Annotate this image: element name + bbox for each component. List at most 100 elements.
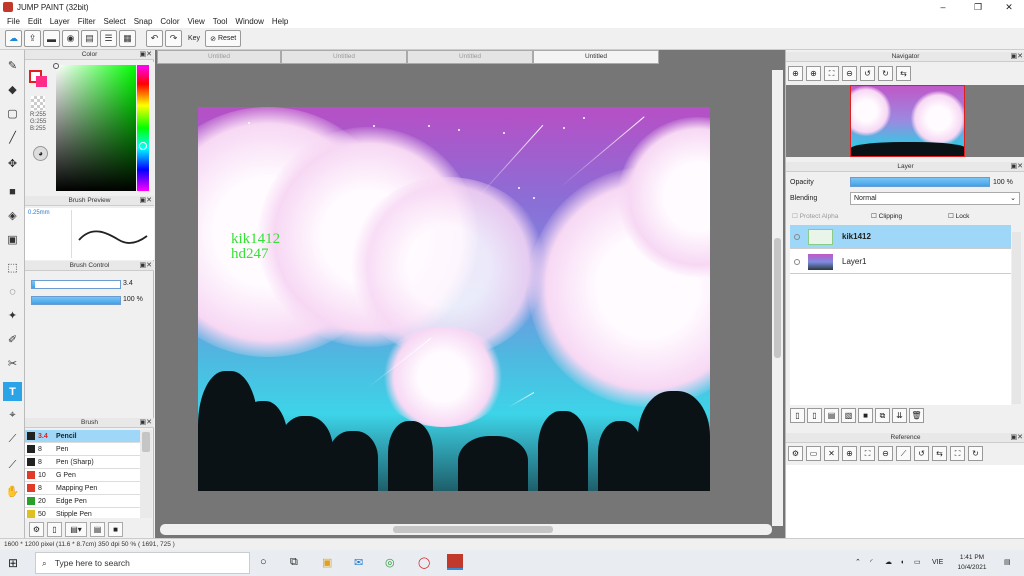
select-rect-tool-icon[interactable]: ⬚	[3, 258, 22, 277]
reference-fit2-icon[interactable]: ⛶	[950, 446, 965, 461]
lock-checkbox[interactable]: ☐ Lock	[948, 212, 969, 220]
tray-chevron-icon[interactable]: ⌃	[855, 550, 861, 576]
rotate-right-icon[interactable]: ↻	[878, 66, 893, 81]
text-tool-icon[interactable]: T	[3, 382, 22, 401]
close-button[interactable]: ✕	[994, 0, 1024, 14]
opera-icon[interactable]: ◯	[418, 556, 430, 569]
merge-icon[interactable]: ⇊	[892, 408, 907, 423]
taskbar-search-input[interactable]: ⌕ Type here to search	[35, 552, 250, 574]
menu-window[interactable]: Window	[231, 17, 267, 26]
task-view-icon[interactable]: ⧉	[290, 556, 298, 569]
trash-icon[interactable]: 🗑	[909, 408, 924, 423]
comment-icon[interactable]: ▬	[43, 30, 60, 47]
brush-item-mapping-pen[interactable]: 8 Mapping Pen	[25, 482, 140, 495]
move-tool-icon[interactable]: ✥	[3, 154, 22, 173]
layer-visibility-toggle[interactable]	[794, 233, 800, 240]
hue-slider-handle[interactable]	[139, 142, 147, 150]
navigator-thumbnail[interactable]	[850, 85, 965, 157]
color-saturation-box[interactable]	[56, 65, 136, 191]
tray-cloud-icon[interactable]: ☁	[885, 550, 892, 576]
brush-folder-icon[interactable]: ■	[108, 521, 123, 537]
reference-flip-icon[interactable]: ⇆	[932, 446, 947, 461]
close-icon[interactable]: ▣✕	[1011, 433, 1023, 443]
menu-layer[interactable]: Layer	[46, 17, 74, 26]
reference-zoom-out-icon[interactable]: ⊖	[878, 446, 893, 461]
layer-row-kik1412[interactable]: kik1412	[790, 225, 1011, 249]
menu-edit[interactable]: Edit	[24, 17, 46, 26]
rotate-left-icon[interactable]: ↺	[860, 66, 875, 81]
mail-icon[interactable]: ✉	[354, 556, 363, 569]
layer-list-scrollbar[interactable]	[1012, 232, 1021, 404]
eyedropper-tool-icon[interactable]: ⟋	[3, 430, 22, 449]
artwork-canvas[interactable]: kik1412 hd247	[198, 107, 710, 491]
store-icon[interactable]: ▣	[322, 556, 332, 569]
new-layer-alt-icon[interactable]: ▯	[807, 408, 822, 423]
brush-item-pencil[interactable]: 3.4 Pencil	[25, 430, 140, 443]
tray-volume-icon[interactable]: ◖	[900, 550, 904, 576]
menu-tool[interactable]: Tool	[209, 17, 232, 26]
zoom-in-icon[interactable]: ⊕	[788, 66, 803, 81]
list-icon[interactable]: ☰	[100, 30, 117, 47]
close-icon[interactable]: ▣✕	[1011, 52, 1023, 62]
reference-zoom-in-icon[interactable]: ⊕	[842, 446, 857, 461]
menu-view[interactable]: View	[184, 17, 209, 26]
operation-tool-icon[interactable]: ⌖	[3, 406, 22, 425]
rectangle-tool-icon[interactable]: ▢	[3, 104, 22, 123]
layer-visibility-toggle[interactable]	[794, 258, 800, 265]
protect-alpha-checkbox[interactable]: ☐ Protect Alpha	[792, 212, 838, 220]
zoom-out-icon[interactable]: ⊖	[842, 66, 857, 81]
menu-select[interactable]: Select	[99, 17, 129, 26]
hue-slider[interactable]	[137, 65, 149, 191]
eraser-tool-icon[interactable]: ◆	[3, 80, 22, 99]
reference-viewport[interactable]	[786, 465, 1024, 540]
tray-chat-icon[interactable]: ▭	[914, 550, 921, 576]
close-icon[interactable]: ▣✕	[140, 261, 152, 271]
new-layer-icon[interactable]: ▯	[790, 408, 805, 423]
color-picker-cursor[interactable]	[53, 63, 59, 69]
close-icon[interactable]: ▣✕	[140, 196, 152, 206]
canvas-horizontal-scrollbar[interactable]	[160, 524, 772, 535]
zoom-plus-icon[interactable]: ⊕	[806, 66, 821, 81]
close-icon[interactable]: ▣✕	[140, 418, 152, 428]
clock[interactable]: 1:41 PM 10/4/2021	[952, 553, 992, 573]
menu-color[interactable]: Color	[156, 17, 183, 26]
reference-fit-icon[interactable]: ⛶	[860, 446, 875, 461]
tab-untitled-1[interactable]: Untitled	[157, 50, 281, 64]
grid-icon[interactable]: ▦	[119, 30, 136, 47]
brush-settings-icon[interactable]: ⚙	[29, 521, 44, 537]
select-eraser-tool-icon[interactable]: ✂	[3, 354, 22, 373]
brush-item-pen[interactable]: 8 Pen	[25, 443, 140, 456]
brush-item-pen-sharp[interactable]: 8 Pen (Sharp)	[25, 456, 140, 469]
notification-icon[interactable]: ▤	[1004, 550, 1011, 576]
brush-item-g-pen[interactable]: 10 G Pen	[25, 469, 140, 482]
redo-icon[interactable]: ↷	[165, 30, 182, 47]
brush-size-slider[interactable]	[31, 280, 121, 289]
language-indicator[interactable]: VIE	[932, 550, 943, 576]
menu-file[interactable]: File	[3, 17, 24, 26]
tab-untitled-4[interactable]: Untitled	[533, 50, 659, 64]
brush-item-edge-pen[interactable]: 20 Edge Pen	[25, 495, 140, 508]
new-brush-icon[interactable]: ▯	[47, 521, 62, 537]
tone-layer-icon[interactable]: ▧	[841, 408, 856, 423]
brush-opacity-slider[interactable]	[31, 296, 121, 305]
reference-settings-icon[interactable]: ⚙	[788, 446, 803, 461]
jump-paint-taskbar-icon[interactable]	[447, 554, 463, 570]
eyedropper-alt-tool-icon[interactable]: ⟋	[3, 456, 22, 475]
tray-network-icon[interactable]: ◜	[870, 550, 873, 576]
undo-icon[interactable]: ↶	[146, 30, 163, 47]
palette-icon[interactable]: ◕	[33, 146, 48, 161]
clipping-checkbox[interactable]: ☐ Clipping	[871, 212, 902, 220]
line-tool-icon[interactable]: ╱	[3, 128, 22, 147]
close-icon[interactable]: ▣✕	[1011, 162, 1023, 172]
select-pen-tool-icon[interactable]: ✐	[3, 330, 22, 349]
brush-menu-icon[interactable]: ▤▾	[65, 521, 87, 537]
hand-tool-icon[interactable]: ✋	[3, 482, 22, 501]
reference-rotate2-icon[interactable]: ↻	[968, 446, 983, 461]
cloud-icon[interactable]: ☁	[5, 30, 22, 47]
brush-list-scrollbar[interactable]	[140, 430, 152, 518]
folder-icon[interactable]: ■	[858, 408, 873, 423]
transparent-color-swatch[interactable]	[31, 96, 45, 110]
browser-icon[interactable]: ◎	[385, 556, 395, 569]
canvas-area[interactable]: Untitled Untitled Untitled Untitled kik1…	[155, 50, 785, 538]
reference-close-icon[interactable]: ✕	[824, 446, 839, 461]
